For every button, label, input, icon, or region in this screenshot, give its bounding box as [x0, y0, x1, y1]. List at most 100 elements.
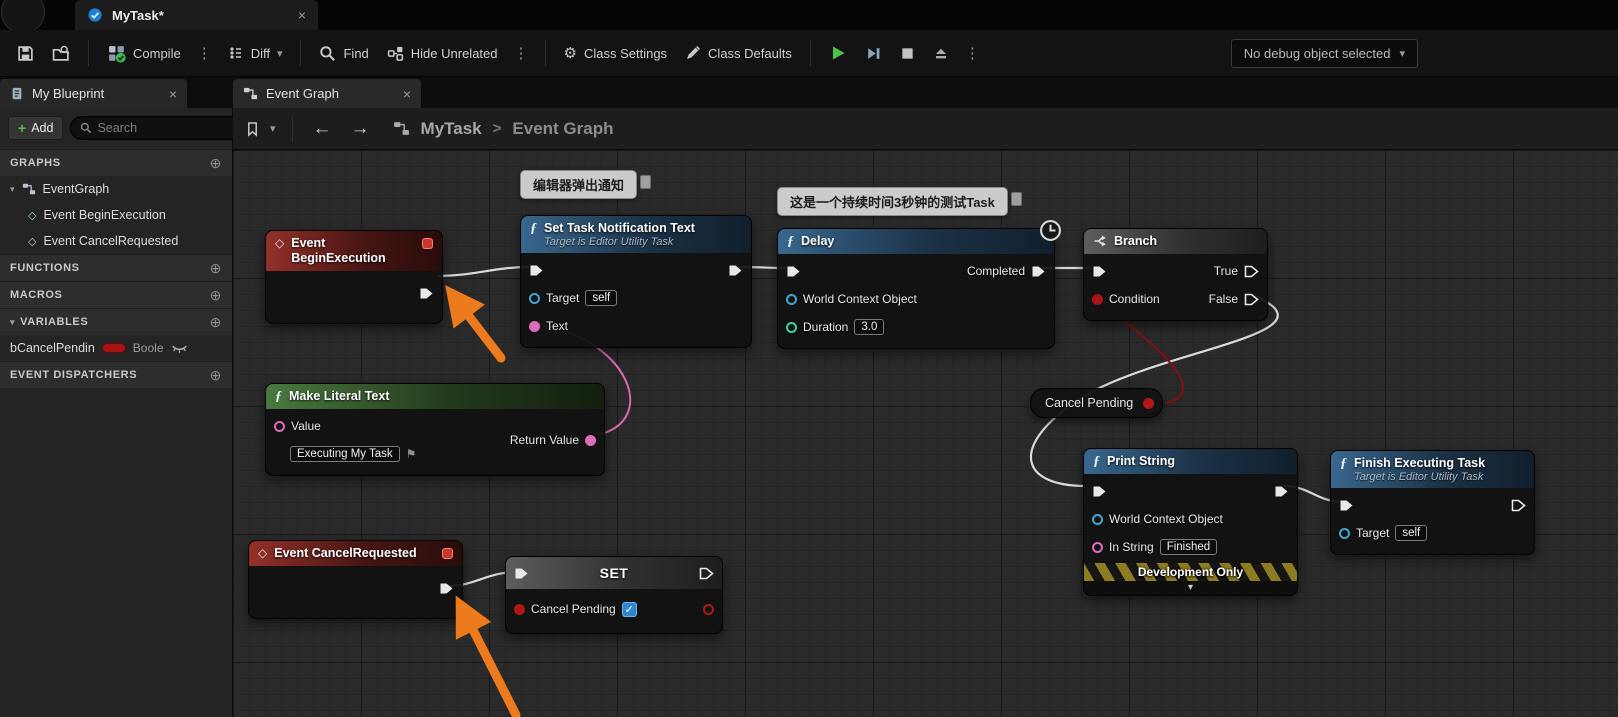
exec-in-pin[interactable]	[1339, 499, 1354, 512]
close-icon[interactable]: ×	[298, 8, 306, 22]
add-variable-icon[interactable]: ⊕	[210, 314, 222, 331]
breadcrumb-leaf[interactable]: Event Graph	[512, 119, 613, 139]
node-set-cancel-pending[interactable]: SET Cancel Pending ✓	[505, 556, 723, 634]
play-button[interactable]	[824, 38, 852, 68]
target-pin[interactable]	[1339, 527, 1350, 539]
node-event-cancelrequested[interactable]: ◇ Event CancelRequested	[248, 540, 463, 619]
comment-bubble-delay[interactable]: 这是一个持续时间3秒钟的测试Task	[777, 187, 1022, 216]
add-graph-icon[interactable]: ⊕	[210, 155, 222, 172]
visibility-closed-eye-icon[interactable]	[171, 343, 188, 354]
debug-object-dropdown[interactable]: No debug object selected ▾	[1230, 38, 1418, 68]
exec-in-pin[interactable]	[529, 264, 544, 277]
expand-node-chevron[interactable]: ▾	[1084, 581, 1297, 596]
duration-value-box[interactable]: 3.0	[854, 319, 885, 336]
compile-options-kebab-icon[interactable]: ⋮	[194, 44, 215, 62]
exec-out-pin[interactable]	[439, 582, 454, 595]
boolean-type-pill[interactable]	[101, 343, 126, 353]
browse-button[interactable]	[47, 39, 75, 68]
frame-skip-button[interactable]	[860, 39, 887, 68]
hide-unrelated-kebab-icon[interactable]: ⋮	[511, 44, 532, 62]
hide-unrelated-button[interactable]: Hide Unrelated	[382, 39, 503, 68]
world-context-pin[interactable]	[786, 293, 797, 305]
node-make-literal-text[interactable]: ƒ Make Literal Text Value Executing My T…	[265, 383, 605, 477]
add-function-icon[interactable]: ⊕	[210, 260, 222, 277]
section-functions[interactable]: FUNCTIONS ⊕	[0, 254, 232, 281]
node-event-beginexecution[interactable]: ◇ Event BeginExecution	[265, 230, 443, 324]
condition-pin[interactable]	[1092, 293, 1103, 305]
exec-out-pin[interactable]	[728, 264, 743, 277]
exec-in-pin[interactable]	[1092, 265, 1107, 278]
bool-checkbox[interactable]: ✓	[621, 601, 637, 617]
true-exec-pin[interactable]	[1244, 265, 1259, 278]
comment-handle[interactable]	[1010, 192, 1022, 206]
section-macros[interactable]: MACROS ⊕	[0, 281, 232, 308]
tree-item-eventgraph[interactable]: ▾ EventGraph	[0, 176, 232, 202]
exec-out-pin[interactable]	[419, 287, 434, 300]
tree-item-event-beginexecution[interactable]: ◇ Event BeginExecution	[0, 202, 232, 228]
add-macro-icon[interactable]: ⊕	[210, 287, 222, 304]
section-graphs[interactable]: GRAPHS ⊕	[0, 149, 232, 176]
back-arrow[interactable]: ←	[309, 118, 336, 140]
exec-out-pin[interactable]	[1031, 265, 1046, 278]
target-value-box[interactable]: self	[1395, 525, 1428, 541]
bookmark-chevron-icon[interactable]: ▾	[270, 122, 276, 135]
variable-row-bcancelpending[interactable]: bCancelPendin Boole	[0, 335, 232, 361]
find-button[interactable]: Find	[314, 39, 373, 68]
event-graph-canvas[interactable]: 编辑器弹出通知 这是一个持续时间3秒钟的测试Task ◇ Event Begin…	[233, 150, 1618, 717]
tab-my-blueprint[interactable]: My Blueprint ×	[0, 79, 187, 108]
target-value-box[interactable]: self	[585, 290, 618, 306]
target-pin[interactable]	[529, 292, 540, 304]
save-button[interactable]	[12, 39, 39, 68]
tree-item-event-cancelrequested[interactable]: ◇ Event CancelRequested	[0, 228, 232, 254]
delegate-pin[interactable]	[442, 548, 453, 559]
breadcrumb-root[interactable]: MyTask	[421, 119, 482, 139]
false-exec-pin[interactable]	[1244, 293, 1259, 306]
duration-pin[interactable]	[786, 321, 797, 333]
text-pin[interactable]	[529, 320, 540, 332]
world-context-pin[interactable]	[1092, 513, 1103, 525]
node-get-cancel-pending[interactable]: Cancel Pending	[1030, 388, 1164, 418]
expander-icon[interactable]: ▾	[10, 317, 15, 328]
exec-in-pin[interactable]	[786, 265, 801, 278]
diff-button[interactable]: Diff ▾	[223, 39, 288, 67]
asset-tab-mytask[interactable]: MyTask* ×	[75, 0, 318, 30]
node-delay[interactable]: ƒ Delay Completed World Context Object D…	[777, 220, 1061, 350]
add-button[interactable]: + Add	[8, 116, 64, 140]
forward-arrow[interactable]: →	[347, 118, 374, 140]
tab-event-graph[interactable]: Event Graph ×	[233, 79, 421, 108]
comment-bubble-notify[interactable]: 编辑器弹出通知	[520, 170, 652, 199]
compile-button[interactable]: Compile	[102, 38, 186, 69]
delegate-pin[interactable]	[422, 238, 433, 249]
in-string-value-box[interactable]: Finished	[1159, 539, 1218, 556]
bool-out-pin[interactable]	[703, 603, 714, 615]
return-value-pin[interactable]	[585, 434, 596, 446]
exec-out-pin[interactable]	[1511, 499, 1526, 512]
class-settings-button[interactable]: ⚙ Class Settings	[559, 40, 673, 67]
play-options-kebab-icon[interactable]: ⋮	[962, 44, 983, 62]
value-pin[interactable]	[274, 420, 285, 432]
bool-in-pin[interactable]	[514, 603, 525, 615]
add-dispatcher-icon[interactable]: ⊕	[210, 367, 222, 384]
value-text-box[interactable]: Executing My Task	[290, 446, 400, 463]
exec-out-pin[interactable]	[1274, 485, 1289, 498]
in-string-pin[interactable]	[1092, 541, 1103, 553]
comment-handle[interactable]	[640, 175, 652, 189]
section-variables[interactable]: ▾ VARIABLES ⊕	[0, 308, 232, 335]
node-branch[interactable]: Branch True Condition False	[1083, 228, 1268, 321]
exec-in-pin[interactable]	[514, 567, 529, 580]
exec-out-pin[interactable]	[699, 567, 714, 580]
node-print-string[interactable]: ƒ Print String World Context Object In S…	[1083, 448, 1298, 597]
class-defaults-button[interactable]: Class Defaults	[680, 39, 797, 67]
node-finish-executing-task[interactable]: ƒ Finish Executing Task Target is Editor…	[1330, 450, 1535, 555]
bookmark-icon[interactable]	[246, 121, 259, 137]
unreal-logo[interactable]	[1, 0, 45, 34]
bool-out-pin[interactable]	[1143, 397, 1155, 409]
close-icon[interactable]: ×	[403, 87, 411, 101]
eject-button[interactable]	[928, 39, 954, 67]
stop-button[interactable]	[895, 40, 920, 67]
close-icon[interactable]: ×	[169, 87, 177, 101]
exec-in-pin[interactable]	[1092, 485, 1107, 498]
expander-icon[interactable]: ▾	[10, 184, 15, 195]
flag-icon[interactable]: ⚑	[406, 447, 417, 461]
section-event-dispatchers[interactable]: EVENT DISPATCHERS ⊕	[0, 361, 232, 388]
